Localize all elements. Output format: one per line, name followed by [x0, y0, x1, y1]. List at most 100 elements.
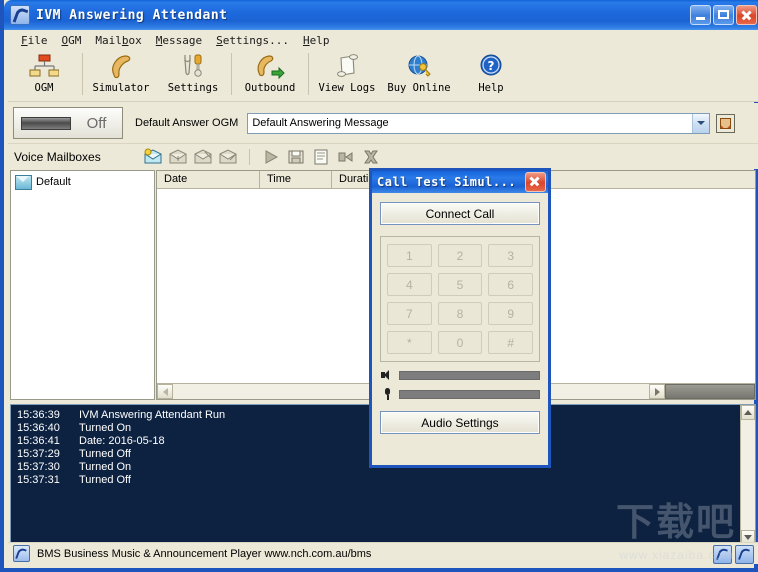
chevron-down-icon[interactable]	[692, 113, 710, 133]
dialog-body: Connect Call 1 2 3 4 5 6 7 8 9 * 0 # Aud…	[372, 193, 548, 434]
tree-item-default[interactable]: Default	[15, 174, 154, 190]
toolbar-button-outbound[interactable]: Outbound	[234, 50, 306, 100]
default-answer-ogm-label: Default Answer OGM	[135, 117, 239, 129]
window-controls	[690, 5, 757, 25]
network-tree-icon	[29, 53, 60, 81]
toolbar-button-settings[interactable]: Settings	[157, 50, 229, 100]
log-time: 15:37:30	[17, 461, 60, 473]
copy-mailbox-icon[interactable]	[193, 148, 213, 166]
dialpad-key-star[interactable]: *	[387, 331, 432, 354]
forward-message-icon[interactable]	[336, 148, 356, 166]
log-text: Turned Off	[79, 474, 131, 486]
bms-icon	[13, 545, 30, 562]
dialog-title: Call Test Simul...	[377, 175, 517, 189]
scroll-icon	[332, 53, 362, 81]
toolbar-button-ogm[interactable]: OGM	[8, 50, 80, 100]
dialpad-key-2[interactable]: 2	[437, 244, 483, 267]
toolbar-button-view-logs[interactable]: View Logs	[311, 50, 383, 100]
handset-arrow-icon	[255, 53, 285, 81]
toolbar-button-buy-online[interactable]: Buy Online	[383, 50, 455, 100]
minimize-icon[interactable]	[690, 5, 711, 25]
log-text: Turned On	[79, 461, 132, 473]
toolbar-label: Settings	[167, 82, 219, 94]
dialpad-key-8[interactable]: 8	[437, 302, 483, 325]
toolbar-label: Buy Online	[387, 82, 451, 94]
phone-icon	[10, 5, 30, 25]
log-vertical-scrollbar[interactable]	[740, 405, 755, 545]
column-header-time[interactable]: Time	[260, 171, 332, 188]
log-text: Date: 2016-05-18	[79, 435, 165, 447]
window-title: IVM Answering Attendant	[36, 7, 228, 23]
power-toggle[interactable]: Off	[13, 107, 123, 139]
statusbar-text: BMS Business Music & Announcement Player…	[37, 547, 372, 560]
speaker-volume-slider[interactable]	[399, 370, 540, 380]
nch-shortcut-icon[interactable]	[735, 545, 754, 564]
dialpad-key-1[interactable]: 1	[387, 244, 432, 267]
connect-call-button[interactable]: Connect Call	[380, 202, 540, 225]
toolbar-separator	[308, 53, 309, 95]
audio-settings-button[interactable]: Audio Settings	[380, 411, 540, 434]
tree-item-label: Default	[36, 176, 71, 188]
log-text: Turned Off	[79, 448, 131, 460]
log-time: 15:36:41	[17, 435, 60, 447]
menubar: File OGM Mailbox Message Settings... Hel…	[8, 30, 758, 50]
mailbox-toolbar: I	[143, 148, 381, 166]
toolbar-separator	[231, 53, 232, 95]
log-time: 15:37:29	[17, 448, 60, 460]
edit-ogm-icon[interactable]	[716, 113, 736, 133]
microphone-volume-slider[interactable]	[399, 389, 540, 399]
svg-text:?: ?	[488, 59, 495, 73]
toolbar-button-simulator[interactable]: Simulator	[85, 50, 157, 100]
dialpad-key-7[interactable]: 7	[387, 302, 432, 325]
mailbox-tree[interactable]: Default	[10, 170, 155, 400]
dialog-titlebar: Call Test Simul...	[372, 171, 548, 193]
scroll-right-icon[interactable]	[649, 384, 665, 399]
edit-mailbox-icon[interactable]: I	[168, 148, 188, 166]
speaker-volume-row	[380, 369, 540, 381]
voice-mailboxes-label: Voice Mailboxes	[14, 149, 101, 164]
log-time: 15:36:39	[17, 409, 60, 421]
log-text: Turned On	[79, 422, 132, 434]
toolbar-label: View Logs	[318, 82, 376, 94]
handset-icon	[106, 53, 136, 81]
toolbar-label: Simulator	[92, 82, 150, 94]
toolbar-label: Outbound	[244, 82, 296, 94]
default-ogm-combobox[interactable]: Default Answering Message	[247, 112, 711, 134]
delete-message-icon[interactable]	[361, 148, 381, 166]
voice-mailboxes-bar: Voice Mailboxes I	[8, 143, 758, 169]
microphone-volume-row	[380, 388, 540, 400]
menu-item-help[interactable]: Help	[296, 32, 337, 49]
dialpad-key-9[interactable]: 9	[488, 302, 533, 325]
dialpad-key-4[interactable]: 4	[387, 273, 432, 296]
play-message-icon[interactable]	[261, 148, 281, 166]
dialpad-key-6[interactable]: 6	[488, 273, 533, 296]
menu-item-message[interactable]: Message	[149, 32, 209, 49]
maximize-icon[interactable]	[713, 5, 734, 25]
menu-item-ogm[interactable]: OGM	[55, 32, 89, 49]
delete-mailbox-icon[interactable]	[218, 148, 238, 166]
close-icon[interactable]	[736, 5, 757, 25]
menu-item-settings[interactable]: Settings...	[209, 32, 296, 49]
close-icon[interactable]	[525, 172, 546, 192]
dialpad-key-5[interactable]: 5	[437, 273, 483, 296]
scroll-up-icon[interactable]	[741, 405, 755, 420]
column-header-date[interactable]: Date	[157, 171, 260, 188]
speaker-icon	[380, 369, 396, 381]
toolbar-label: OGM	[34, 82, 54, 94]
scroll-thumb[interactable]	[665, 384, 755, 399]
dialpad-key-3[interactable]: 3	[488, 244, 533, 267]
statusbar: BMS Business Music & Announcement Player…	[8, 542, 758, 564]
bms-shortcut-icon[interactable]	[713, 545, 732, 564]
save-message-icon[interactable]	[286, 148, 306, 166]
menu-item-file[interactable]: File	[14, 32, 55, 49]
scroll-left-icon[interactable]	[157, 384, 173, 399]
menu-item-mailbox[interactable]: Mailbox	[88, 32, 148, 49]
log-time: 15:37:31	[17, 474, 60, 486]
toolbar-button-help[interactable]: ? Help	[455, 50, 527, 100]
ogm-bar: Off Default Answer OGM Default Answering…	[8, 103, 758, 143]
message-details-icon[interactable]	[311, 148, 331, 166]
toggle-state-label: Off	[86, 114, 107, 132]
new-mailbox-icon[interactable]	[143, 148, 163, 166]
dialpad-key-hash[interactable]: #	[488, 331, 533, 354]
dialpad-key-0[interactable]: 0	[437, 331, 483, 354]
